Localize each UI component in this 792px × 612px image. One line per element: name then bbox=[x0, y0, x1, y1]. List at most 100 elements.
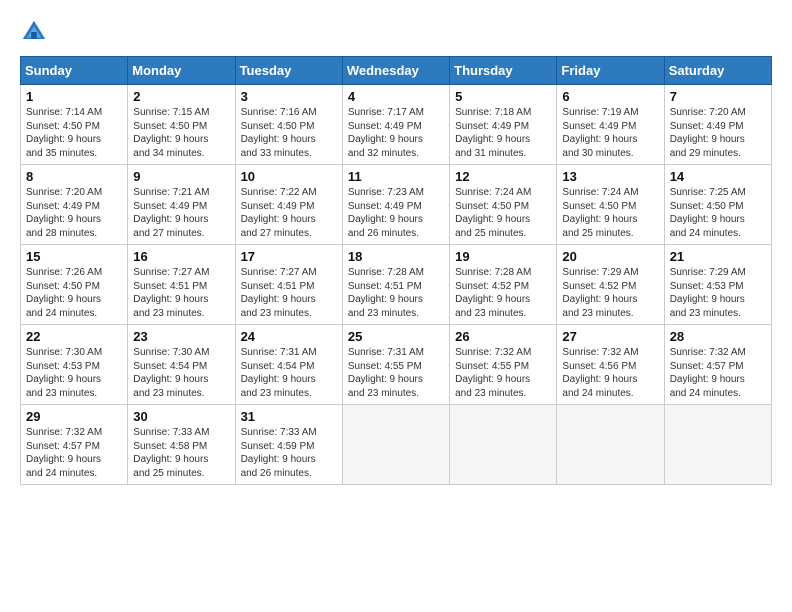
day-number: 11 bbox=[348, 169, 444, 184]
day-info: Sunrise: 7:22 AM Sunset: 4:49 PM Dayligh… bbox=[241, 186, 337, 240]
day-info: Sunrise: 7:32 AM Sunset: 4:57 PM Dayligh… bbox=[670, 346, 766, 400]
calendar-cell: 12Sunrise: 7:24 AM Sunset: 4:50 PM Dayli… bbox=[450, 165, 557, 245]
calendar-week-4: 22Sunrise: 7:30 AM Sunset: 4:53 PM Dayli… bbox=[21, 325, 772, 405]
calendar-cell bbox=[557, 405, 664, 485]
day-number: 24 bbox=[241, 329, 337, 344]
weekday-header-friday: Friday bbox=[557, 57, 664, 85]
calendar-cell: 16 Sunrise: 7:27 AM Sunset: 4:51 PM Dayli… bbox=[128, 245, 235, 325]
weekday-header-sunday: Sunday bbox=[21, 57, 128, 85]
day-info: Sunrise: 7:18 AM Sunset: 4:49 PM Dayligh… bbox=[455, 106, 551, 160]
calendar-table: SundayMondayTuesdayWednesdayThursdayFrid… bbox=[20, 56, 772, 485]
day-info: Sunrise: 7:28 AM Sunset: 4:52 PM Dayligh… bbox=[455, 266, 551, 320]
calendar-cell: 31 Sunrise: 7:33 AM Sunset: 4:59 PM Dayli… bbox=[235, 405, 342, 485]
calendar-cell: 13Sunrise: 7:24 AM Sunset: 4:50 PM Dayli… bbox=[557, 165, 664, 245]
calendar-cell: 18Sunrise: 7:28 AM Sunset: 4:51 PM Dayli… bbox=[342, 245, 449, 325]
day-info: Sunrise: 7:19 AM Sunset: 4:49 PM Dayligh… bbox=[562, 106, 658, 160]
calendar-cell: 21 Sunrise: 7:29 AM Sunset: 4:53 PM Dayli… bbox=[664, 245, 771, 325]
day-info: Sunrise: 7:30 AM Sunset: 4:54 PM Dayligh… bbox=[133, 346, 229, 400]
weekday-header-monday: Monday bbox=[128, 57, 235, 85]
day-number: 28 bbox=[670, 329, 766, 344]
day-info: Sunrise: 7:24 AM Sunset: 4:50 PM Dayligh… bbox=[562, 186, 658, 240]
day-number: 6 bbox=[562, 89, 658, 104]
day-number: 1 bbox=[26, 89, 122, 104]
calendar-cell: 24 Sunrise: 7:31 AM Sunset: 4:54 PM Dayli… bbox=[235, 325, 342, 405]
calendar-cell: 29 Sunrise: 7:32 AM Sunset: 4:57 PM Dayli… bbox=[21, 405, 128, 485]
day-number: 8 bbox=[26, 169, 122, 184]
header bbox=[20, 18, 772, 46]
calendar-cell: 10 Sunrise: 7:22 AM Sunset: 4:49 PM Dayli… bbox=[235, 165, 342, 245]
day-number: 7 bbox=[670, 89, 766, 104]
weekday-header-saturday: Saturday bbox=[664, 57, 771, 85]
calendar-cell: 3 Sunrise: 7:16 AM Sunset: 4:50 PM Daylig… bbox=[235, 85, 342, 165]
calendar-cell: 19 Sunrise: 7:28 AM Sunset: 4:52 PM Dayli… bbox=[450, 245, 557, 325]
calendar-cell: 8 Sunrise: 7:20 AM Sunset: 4:49 PM Daylig… bbox=[21, 165, 128, 245]
day-info: Sunrise: 7:20 AM Sunset: 4:49 PM Dayligh… bbox=[670, 106, 766, 160]
day-number: 18 bbox=[348, 249, 444, 264]
calendar-week-5: 29 Sunrise: 7:32 AM Sunset: 4:57 PM Dayli… bbox=[21, 405, 772, 485]
day-number: 14 bbox=[670, 169, 766, 184]
weekday-header-row: SundayMondayTuesdayWednesdayThursdayFrid… bbox=[21, 57, 772, 85]
day-number: 3 bbox=[241, 89, 337, 104]
calendar-cell: 27 Sunrise: 7:32 AM Sunset: 4:56 PM Dayli… bbox=[557, 325, 664, 405]
calendar-cell: 17 Sunrise: 7:27 AM Sunset: 4:51 PM Dayli… bbox=[235, 245, 342, 325]
calendar-week-3: 15Sunrise: 7:26 AM Sunset: 4:50 PM Dayli… bbox=[21, 245, 772, 325]
calendar-week-1: 1Sunrise: 7:14 AM Sunset: 4:50 PM Daylig… bbox=[21, 85, 772, 165]
day-info: Sunrise: 7:32 AM Sunset: 4:57 PM Dayligh… bbox=[26, 426, 122, 480]
day-info: Sunrise: 7:21 AM Sunset: 4:49 PM Dayligh… bbox=[133, 186, 229, 240]
calendar-cell: 7 Sunrise: 7:20 AM Sunset: 4:49 PM Daylig… bbox=[664, 85, 771, 165]
day-info: Sunrise: 7:26 AM Sunset: 4:50 PM Dayligh… bbox=[26, 266, 122, 320]
day-number: 21 bbox=[670, 249, 766, 264]
calendar-cell bbox=[450, 405, 557, 485]
calendar-cell: 28 Sunrise: 7:32 AM Sunset: 4:57 PM Dayli… bbox=[664, 325, 771, 405]
day-info: Sunrise: 7:31 AM Sunset: 4:54 PM Dayligh… bbox=[241, 346, 337, 400]
day-number: 23 bbox=[133, 329, 229, 344]
day-number: 20 bbox=[562, 249, 658, 264]
calendar-cell bbox=[342, 405, 449, 485]
day-number: 4 bbox=[348, 89, 444, 104]
day-number: 5 bbox=[455, 89, 551, 104]
day-number: 10 bbox=[241, 169, 337, 184]
day-number: 31 bbox=[241, 409, 337, 424]
day-info: Sunrise: 7:27 AM Sunset: 4:51 PM Dayligh… bbox=[133, 266, 229, 320]
calendar-cell bbox=[664, 405, 771, 485]
calendar-cell: 14 Sunrise: 7:25 AM Sunset: 4:50 PM Dayli… bbox=[664, 165, 771, 245]
day-info: Sunrise: 7:31 AM Sunset: 4:55 PM Dayligh… bbox=[348, 346, 444, 400]
day-info: Sunrise: 7:29 AM Sunset: 4:52 PM Dayligh… bbox=[562, 266, 658, 320]
day-info: Sunrise: 7:32 AM Sunset: 4:55 PM Dayligh… bbox=[455, 346, 551, 400]
day-number: 29 bbox=[26, 409, 122, 424]
logo-icon bbox=[20, 18, 48, 46]
calendar-cell: 25 Sunrise: 7:31 AM Sunset: 4:55 PM Dayli… bbox=[342, 325, 449, 405]
calendar-cell: 30Sunrise: 7:33 AM Sunset: 4:58 PM Dayli… bbox=[128, 405, 235, 485]
day-info: Sunrise: 7:20 AM Sunset: 4:49 PM Dayligh… bbox=[26, 186, 122, 240]
day-number: 2 bbox=[133, 89, 229, 104]
day-number: 16 bbox=[133, 249, 229, 264]
day-number: 22 bbox=[26, 329, 122, 344]
day-number: 25 bbox=[348, 329, 444, 344]
day-number: 19 bbox=[455, 249, 551, 264]
day-info: Sunrise: 7:23 AM Sunset: 4:49 PM Dayligh… bbox=[348, 186, 444, 240]
page: SundayMondayTuesdayWednesdayThursdayFrid… bbox=[0, 0, 792, 612]
calendar-cell: 9Sunrise: 7:21 AM Sunset: 4:49 PM Daylig… bbox=[128, 165, 235, 245]
day-number: 26 bbox=[455, 329, 551, 344]
logo bbox=[20, 18, 52, 46]
day-number: 27 bbox=[562, 329, 658, 344]
day-info: Sunrise: 7:32 AM Sunset: 4:56 PM Dayligh… bbox=[562, 346, 658, 400]
weekday-header-tuesday: Tuesday bbox=[235, 57, 342, 85]
day-info: Sunrise: 7:16 AM Sunset: 4:50 PM Dayligh… bbox=[241, 106, 337, 160]
day-info: Sunrise: 7:25 AM Sunset: 4:50 PM Dayligh… bbox=[670, 186, 766, 240]
calendar-week-2: 8 Sunrise: 7:20 AM Sunset: 4:49 PM Daylig… bbox=[21, 165, 772, 245]
day-info: Sunrise: 7:33 AM Sunset: 4:59 PM Dayligh… bbox=[241, 426, 337, 480]
day-info: Sunrise: 7:15 AM Sunset: 4:50 PM Dayligh… bbox=[133, 106, 229, 160]
day-info: Sunrise: 7:17 AM Sunset: 4:49 PM Dayligh… bbox=[348, 106, 444, 160]
calendar-cell: 23 Sunrise: 7:30 AM Sunset: 4:54 PM Dayli… bbox=[128, 325, 235, 405]
calendar-cell: 1Sunrise: 7:14 AM Sunset: 4:50 PM Daylig… bbox=[21, 85, 128, 165]
calendar-cell: 11 Sunrise: 7:23 AM Sunset: 4:49 PM Dayli… bbox=[342, 165, 449, 245]
calendar-cell: 15Sunrise: 7:26 AM Sunset: 4:50 PM Dayli… bbox=[21, 245, 128, 325]
weekday-header-wednesday: Wednesday bbox=[342, 57, 449, 85]
calendar-cell: 6 Sunrise: 7:19 AM Sunset: 4:49 PM Daylig… bbox=[557, 85, 664, 165]
calendar-cell: 26 Sunrise: 7:32 AM Sunset: 4:55 PM Dayli… bbox=[450, 325, 557, 405]
day-info: Sunrise: 7:33 AM Sunset: 4:58 PM Dayligh… bbox=[133, 426, 229, 480]
day-info: Sunrise: 7:29 AM Sunset: 4:53 PM Dayligh… bbox=[670, 266, 766, 320]
day-number: 17 bbox=[241, 249, 337, 264]
day-info: Sunrise: 7:27 AM Sunset: 4:51 PM Dayligh… bbox=[241, 266, 337, 320]
